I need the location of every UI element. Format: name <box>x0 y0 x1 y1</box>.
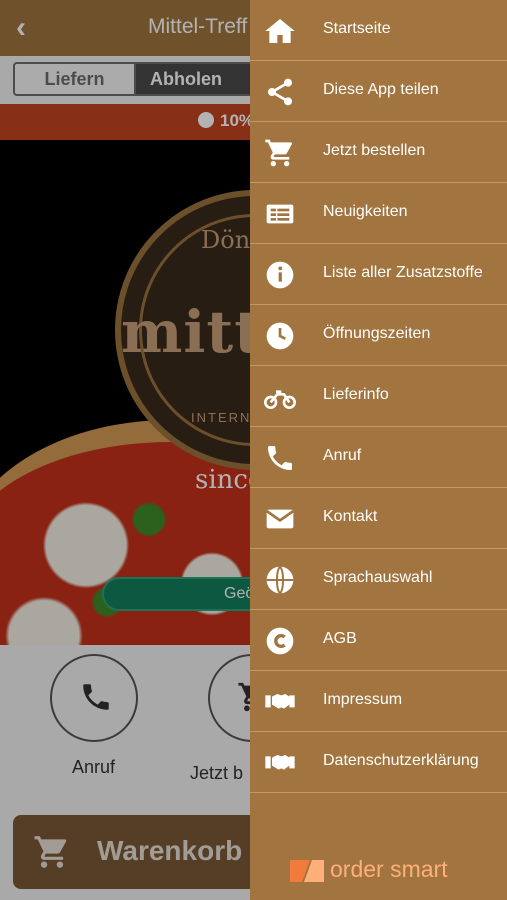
menu-item-diese-app-teilen[interactable]: Diese App teilen <box>250 61 507 122</box>
mail-icon <box>265 509 295 529</box>
globe-icon <box>266 565 294 595</box>
menu-item-impressum[interactable]: Impressum <box>250 671 507 732</box>
menu-item-label: Sprachauswahl <box>323 569 433 586</box>
menu-item-label: Startseite <box>323 20 391 37</box>
cart-icon <box>265 139 292 167</box>
menu-item-jetzt-bestellen[interactable]: Jetzt bestellen <box>250 122 507 183</box>
handshake-icon <box>265 755 295 770</box>
menu-item-label: Öffnungszeiten <box>323 325 431 342</box>
menu-item-öffnungszeiten[interactable]: Öffnungszeiten <box>250 305 507 366</box>
menu-item-liste-aller-zusatzstoffe[interactable]: Liste aller Zusatzstoffe <box>250 244 507 305</box>
motorcycle-icon <box>264 390 296 409</box>
info-icon <box>266 261 294 289</box>
brand-footer: order smart <box>290 856 490 886</box>
copyright-icon <box>266 627 294 655</box>
menu-item-label: Datenschutzerklärung <box>323 752 479 769</box>
share-icon <box>268 78 292 106</box>
menu-item-neuigkeiten[interactable]: Neuigkeiten <box>250 183 507 244</box>
clock-icon <box>266 322 294 350</box>
phone-icon <box>268 446 292 470</box>
menu-item-anruf[interactable]: Anruf <box>250 427 507 488</box>
menu-item-label: AGB <box>323 630 357 647</box>
menu-item-label: Liste aller Zusatzstoffe <box>323 264 483 281</box>
menu-item-label: Kontakt <box>323 508 378 525</box>
menu-item-datenschutzerklärung[interactable]: Datenschutzerklärung <box>250 732 507 793</box>
menu-item-kontakt[interactable]: Kontakt <box>250 488 507 549</box>
menu-item-sprachauswahl[interactable]: Sprachauswahl <box>250 549 507 610</box>
menu-item-startseite[interactable]: Startseite <box>250 0 507 61</box>
menu-item-lieferinfo[interactable]: Lieferinfo <box>250 366 507 427</box>
menu-item-label: Impressum <box>323 691 403 708</box>
news-icon <box>266 204 294 224</box>
order-smart-logo-icon <box>290 860 324 882</box>
menu-item-label: Jetzt bestellen <box>323 142 426 159</box>
menu-item-label: Neuigkeiten <box>323 203 408 220</box>
menu-item-label: Lieferinfo <box>323 386 389 403</box>
menu-item-agb[interactable]: AGB <box>250 610 507 671</box>
menu-item-label: Anruf <box>323 447 362 464</box>
home-icon <box>265 19 295 43</box>
side-drawer: Startseite Diese App teilen Jetzt bestelle… <box>250 0 507 900</box>
handshake-icon <box>265 694 295 709</box>
brand-text: order smart <box>330 856 448 882</box>
menu-item-label: Diese App teilen <box>323 81 439 98</box>
